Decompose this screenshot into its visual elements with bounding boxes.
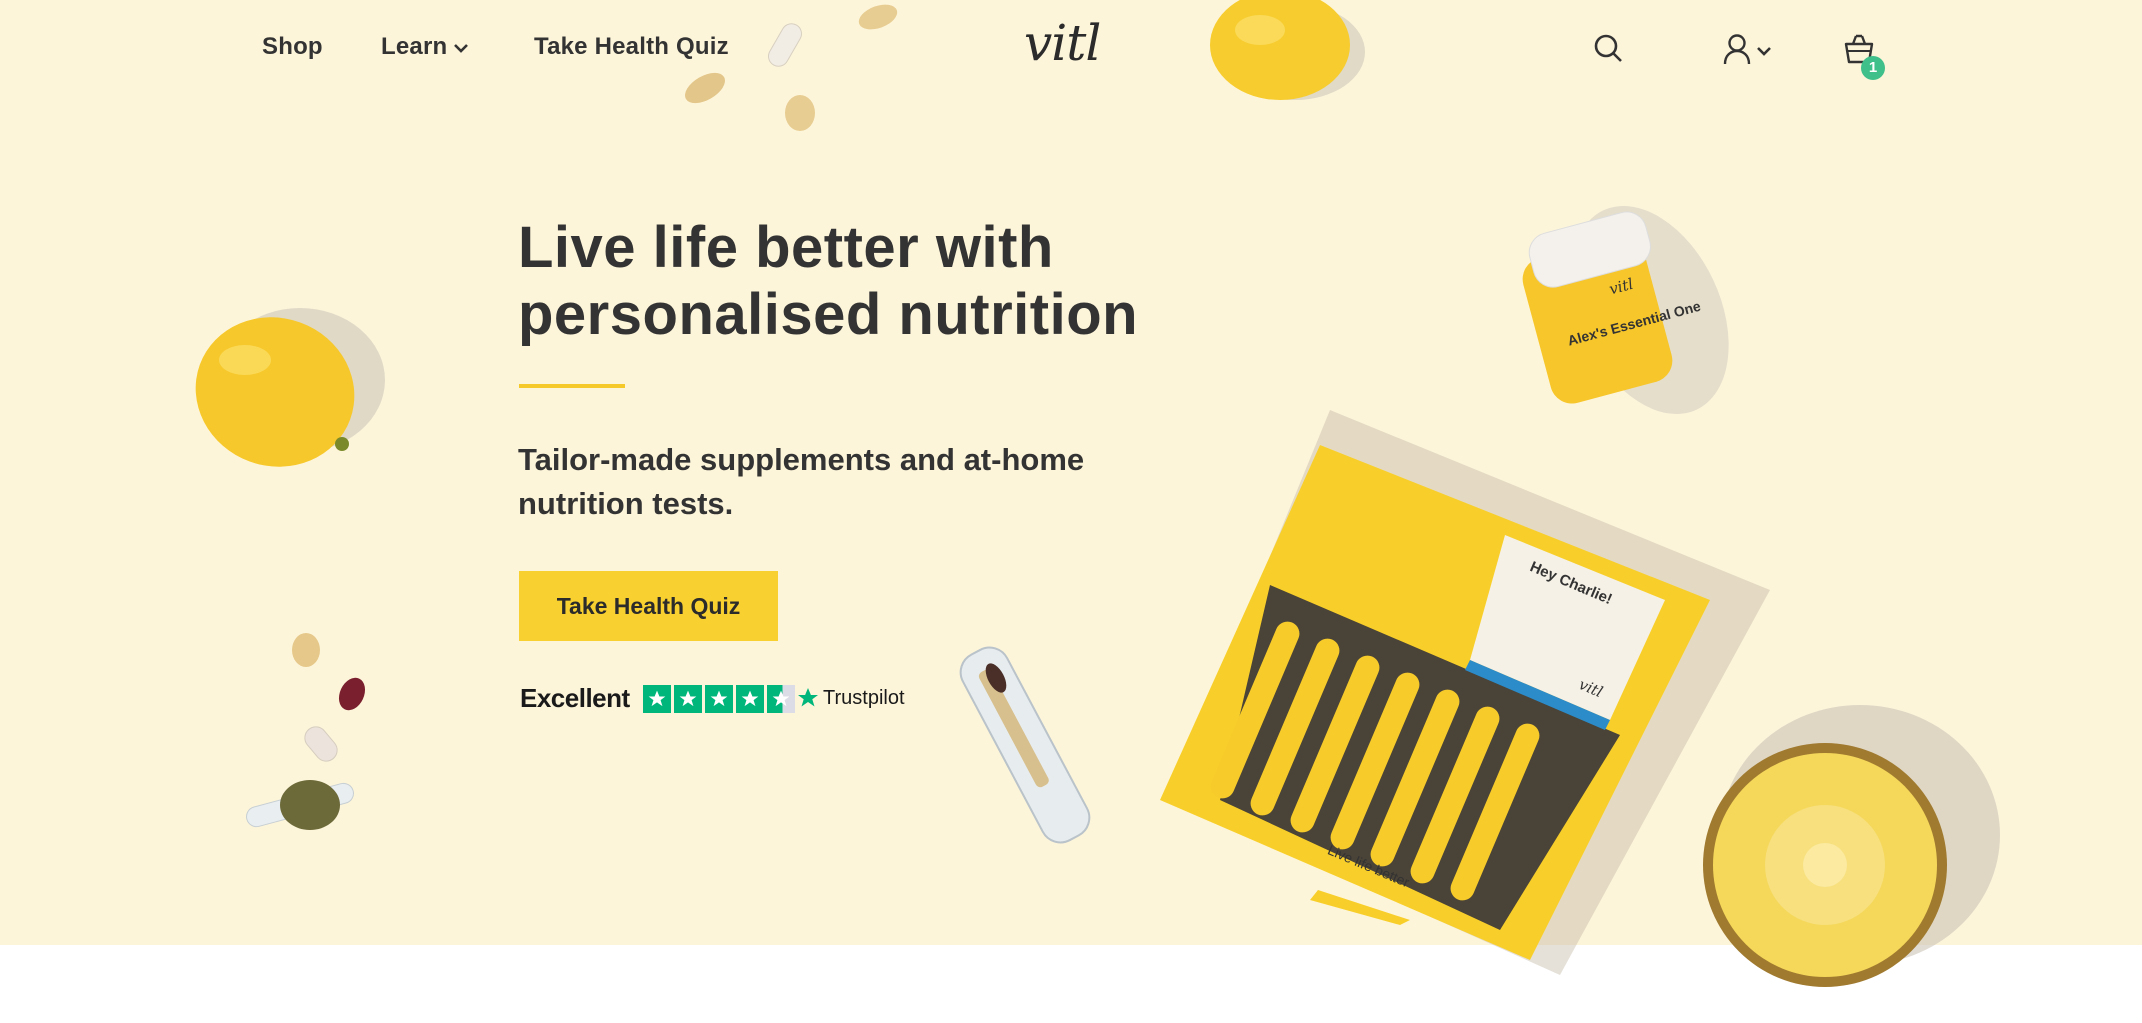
- headline-line-2: personalised nutrition: [518, 282, 1139, 347]
- trustpilot-stars[interactable]: [643, 685, 795, 713]
- star-icon: [736, 685, 764, 713]
- lemon-left: [195, 308, 385, 467]
- chevron-down-icon: [454, 43, 469, 53]
- nav-shop[interactable]: Shop: [262, 33, 323, 61]
- star-icon: [643, 685, 671, 713]
- trustpilot-rating-label: Excellent: [520, 683, 630, 713]
- star-half-icon: [767, 685, 795, 713]
- search-button[interactable]: [1594, 34, 1624, 69]
- search-icon: [1594, 34, 1622, 62]
- pineapple: [1703, 705, 2000, 987]
- chevron-down-icon: [1757, 47, 1771, 56]
- lemon-top: [1210, 0, 1365, 100]
- trustpilot-star-icon: [798, 688, 818, 707]
- nav-take-health-quiz[interactable]: Take Health Quiz: [534, 33, 729, 61]
- trustpilot-logo[interactable]: Trustpilot: [796, 686, 905, 710]
- product-box: [1160, 410, 1770, 975]
- nav-learn[interactable]: Learn: [381, 33, 469, 61]
- nav-quiz-label: Take Health Quiz: [534, 33, 729, 60]
- headline-line-1: Live life better with: [518, 215, 1054, 280]
- capsules-left: [246, 633, 366, 830]
- nav-learn-label: Learn: [381, 33, 448, 60]
- nav-shop-label: Shop: [262, 33, 323, 60]
- account-button[interactable]: [1722, 33, 1771, 70]
- user-icon: [1723, 34, 1751, 65]
- hero-headline: Live life better with personalised nutri…: [518, 214, 1198, 348]
- take-health-quiz-button[interactable]: Take Health Quiz: [519, 571, 778, 641]
- capsules-top: [685, 4, 898, 131]
- vitl-logo[interactable]: vitl: [1024, 14, 1101, 72]
- pill-bottle: [1522, 206, 1729, 414]
- trustpilot-brand-name: Trustpilot: [823, 686, 905, 709]
- test-swab: [959, 646, 1091, 844]
- hero-subheading: Tailor-made supplements and at-home nutr…: [518, 442, 1085, 521]
- star-icon: [705, 685, 733, 713]
- star-icon: [674, 685, 702, 713]
- headline-accent-line: [519, 384, 625, 388]
- cart-count-badge: 1: [1861, 56, 1885, 80]
